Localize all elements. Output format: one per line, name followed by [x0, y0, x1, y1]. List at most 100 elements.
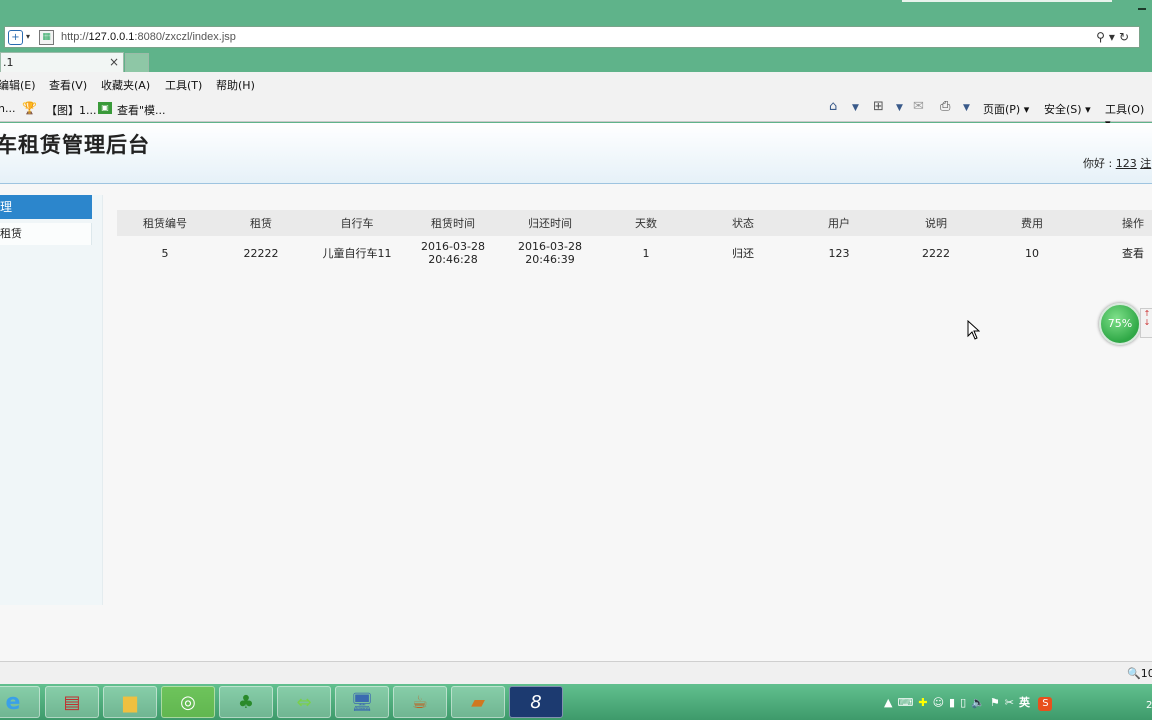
tool-icon[interactable]: ✂ — [1005, 696, 1019, 709]
mail-icon[interactable]: ✉ — [913, 99, 924, 114]
menu-tools[interactable]: 工具(T) — [165, 77, 202, 93]
menu-help[interactable]: 帮助(H) — [216, 77, 255, 93]
header-cell: 说明 — [925, 216, 947, 230]
signal-icon[interactable]: ▮ — [949, 696, 960, 709]
ide-taskbar-icon[interactable]: 8 — [509, 686, 563, 718]
menu-view[interactable]: 查看(V) — [49, 77, 87, 93]
header-cell: 用户 — [828, 216, 850, 230]
computer-taskbar-icon[interactable]: 🖥 — [335, 686, 389, 718]
site-title: 车租赁管理后台 — [0, 133, 150, 157]
favorites-bar: n... 🏆 【图】1... ▣ 查看"模... ⌂ ▼ ⊞ ▼ ✉ ⎙ ▼ 页… — [0, 96, 1152, 130]
show-hidden-icon[interactable]: ▲ — [884, 696, 897, 709]
tab-title: .1 — [3, 56, 14, 69]
url-text[interactable]: http://127.0.0.1:8080/zxczl/index.jsp — [61, 31, 236, 43]
browser-taskbar-icon[interactable]: ◎ — [161, 686, 215, 718]
minimize-button[interactable] — [1138, 8, 1146, 10]
greeting: 你好 : 123 注 — [1083, 157, 1152, 170]
logout-link[interactable]: 注 — [1140, 157, 1151, 170]
page-header: 车租赁管理后台 你好 : 123 注 — [0, 123, 1152, 184]
sidebar-section-header[interactable]: 理 — [0, 195, 92, 219]
ie-taskbar-icon[interactable]: e — [0, 686, 40, 718]
battery-icon[interactable]: ▯ — [960, 696, 971, 709]
title-strip — [902, 0, 1112, 2]
flag-icon[interactable]: ⚑ — [990, 696, 1005, 709]
feeds-icon[interactable]: ⊞ — [873, 99, 884, 114]
username-link[interactable]: 123 — [1116, 157, 1137, 170]
header-cell: 自行车 — [340, 216, 374, 230]
app-taskbar-icon[interactable]: ▤ — [45, 686, 99, 718]
compat-shield-icon[interactable]: + — [8, 30, 23, 45]
chevron-down-icon[interactable]: ▼ — [963, 103, 970, 113]
favorite-item[interactable]: 查看"模... — [117, 102, 166, 118]
speed-arrows-icon[interactable]: ↑ ↓ — [1140, 308, 1152, 338]
tencent-taskbar-icon[interactable]: ♣ — [219, 686, 273, 718]
page-icon: ▦ — [39, 30, 54, 45]
cell-fee: 10 — [1025, 246, 1039, 260]
address-actions[interactable]: ⚲▾↻ — [1096, 30, 1133, 44]
cell-status: 归还 — [732, 246, 754, 260]
sogou-icon[interactable]: S — [1038, 697, 1053, 711]
cell-id: 5 — [161, 246, 169, 260]
cell-bike: 儿童自行车11 — [322, 246, 392, 260]
header-cell: 状态 — [732, 216, 754, 230]
header-cell: 操作 — [1122, 216, 1144, 230]
table-header: 租赁编号 租赁 自行车 租赁时间 归还时间 天数 状态 用户 说明 费用 操作 — [117, 210, 1152, 236]
cell-note: 2222 — [922, 246, 950, 260]
safety-menu[interactable]: 安全(S) ▾ — [1044, 101, 1091, 117]
favorite-item[interactable]: 【图】1... — [46, 102, 97, 118]
sidebar: 理 租赁 — [0, 195, 103, 605]
speed-ball-widget[interactable]: 75% — [1099, 303, 1141, 345]
chevron-down-icon[interactable]: ▼ — [852, 103, 859, 113]
volume-icon[interactable]: 🔈 — [971, 696, 990, 709]
window-title-bar — [0, 0, 1152, 24]
home-icon[interactable]: ⌂ — [829, 99, 837, 114]
menu-bar: 编辑(E) 查看(V) 收藏夹(A) 工具(T) 帮助(H) — [0, 72, 1152, 96]
menu-edit[interactable]: 编辑(E) — [0, 77, 36, 93]
security-icon[interactable]: ✚ — [918, 696, 932, 709]
header-cell: 租赁编号 — [143, 216, 187, 230]
status-bar: 🔍10 — [0, 661, 1152, 684]
clock[interactable]: 2 — [1146, 700, 1152, 711]
system-tray: ▲⌨✚☺▮▯🔈⚑✂英 S — [884, 694, 1053, 711]
cell-return-time: 2016-03-28 20:46:39 — [518, 240, 582, 266]
cell-user: 123 — [828, 246, 850, 260]
green-site-icon: ▣ — [98, 102, 112, 114]
ime-indicator[interactable]: 英 — [1019, 696, 1030, 709]
search-icon[interactable]: ⚲ — [1096, 30, 1109, 44]
print-icon[interactable]: ⎙ — [940, 99, 950, 114]
header-cell: 租赁 — [250, 216, 272, 230]
page-menu[interactable]: 页面(P) ▾ — [983, 101, 1029, 117]
rental-table: 租赁编号 租赁 自行车 租赁时间 归还时间 天数 状态 用户 说明 费用 操作 … — [117, 210, 1152, 270]
header-cell: 归还时间 — [528, 216, 572, 230]
cell-rent-time: 2016-03-28 20:46:28 — [421, 240, 485, 266]
header-cell: 费用 — [1021, 216, 1043, 230]
chevron-down-icon[interactable]: ▼ — [896, 103, 903, 113]
book-taskbar-icon[interactable]: ▰ — [451, 686, 505, 718]
cell-days: 1 — [642, 246, 650, 260]
zoom-indicator[interactable]: 🔍10 — [1127, 667, 1152, 680]
header-cell: 租赁时间 — [431, 216, 475, 230]
close-icon[interactable]: × — [109, 55, 119, 69]
network-icon[interactable]: ⌨ — [897, 696, 918, 709]
folder-taskbar-icon[interactable]: ▆ — [103, 686, 157, 718]
table-row: 5 22222 儿童自行车11 2016-03-28 20:46:28 2016-… — [117, 236, 1152, 270]
refresh-icon[interactable]: ↻ — [1119, 30, 1133, 44]
chevron-down-icon[interactable]: ▾ — [26, 32, 30, 41]
taskbar: e ▤ ▆ ◎ ♣ ⇔ 🖥 ☕ ▰ 8 ▲⌨✚☺▮▯🔈⚑✂英 S 2 — [0, 684, 1152, 720]
qq-icon[interactable]: ☺ — [933, 696, 949, 709]
menu-favorites[interactable]: 收藏夹(A) — [101, 77, 150, 93]
download-taskbar-icon[interactable]: ⇔ — [277, 686, 331, 718]
sidebar-item-rental[interactable]: 租赁 — [0, 223, 92, 245]
mouse-cursor-icon — [967, 320, 980, 340]
java-taskbar-icon[interactable]: ☕ — [393, 686, 447, 718]
chevron-down-icon[interactable]: ▾ — [1109, 30, 1119, 44]
address-bar[interactable]: + ▾ ▦ http://127.0.0.1:8080/zxczl/index.… — [4, 26, 1140, 48]
view-link[interactable]: 查看 — [1085, 236, 1152, 270]
address-bar-row: + ▾ ▦ http://127.0.0.1:8080/zxczl/index.… — [0, 24, 1152, 50]
cell-rental: 22222 — [243, 246, 279, 260]
favorite-item[interactable]: n... — [0, 102, 15, 115]
tab-active[interactable]: .1 × — [0, 52, 124, 72]
trophy-icon: 🏆 — [22, 101, 37, 115]
header-cell: 天数 — [635, 216, 657, 230]
new-tab-button[interactable] — [125, 53, 149, 72]
